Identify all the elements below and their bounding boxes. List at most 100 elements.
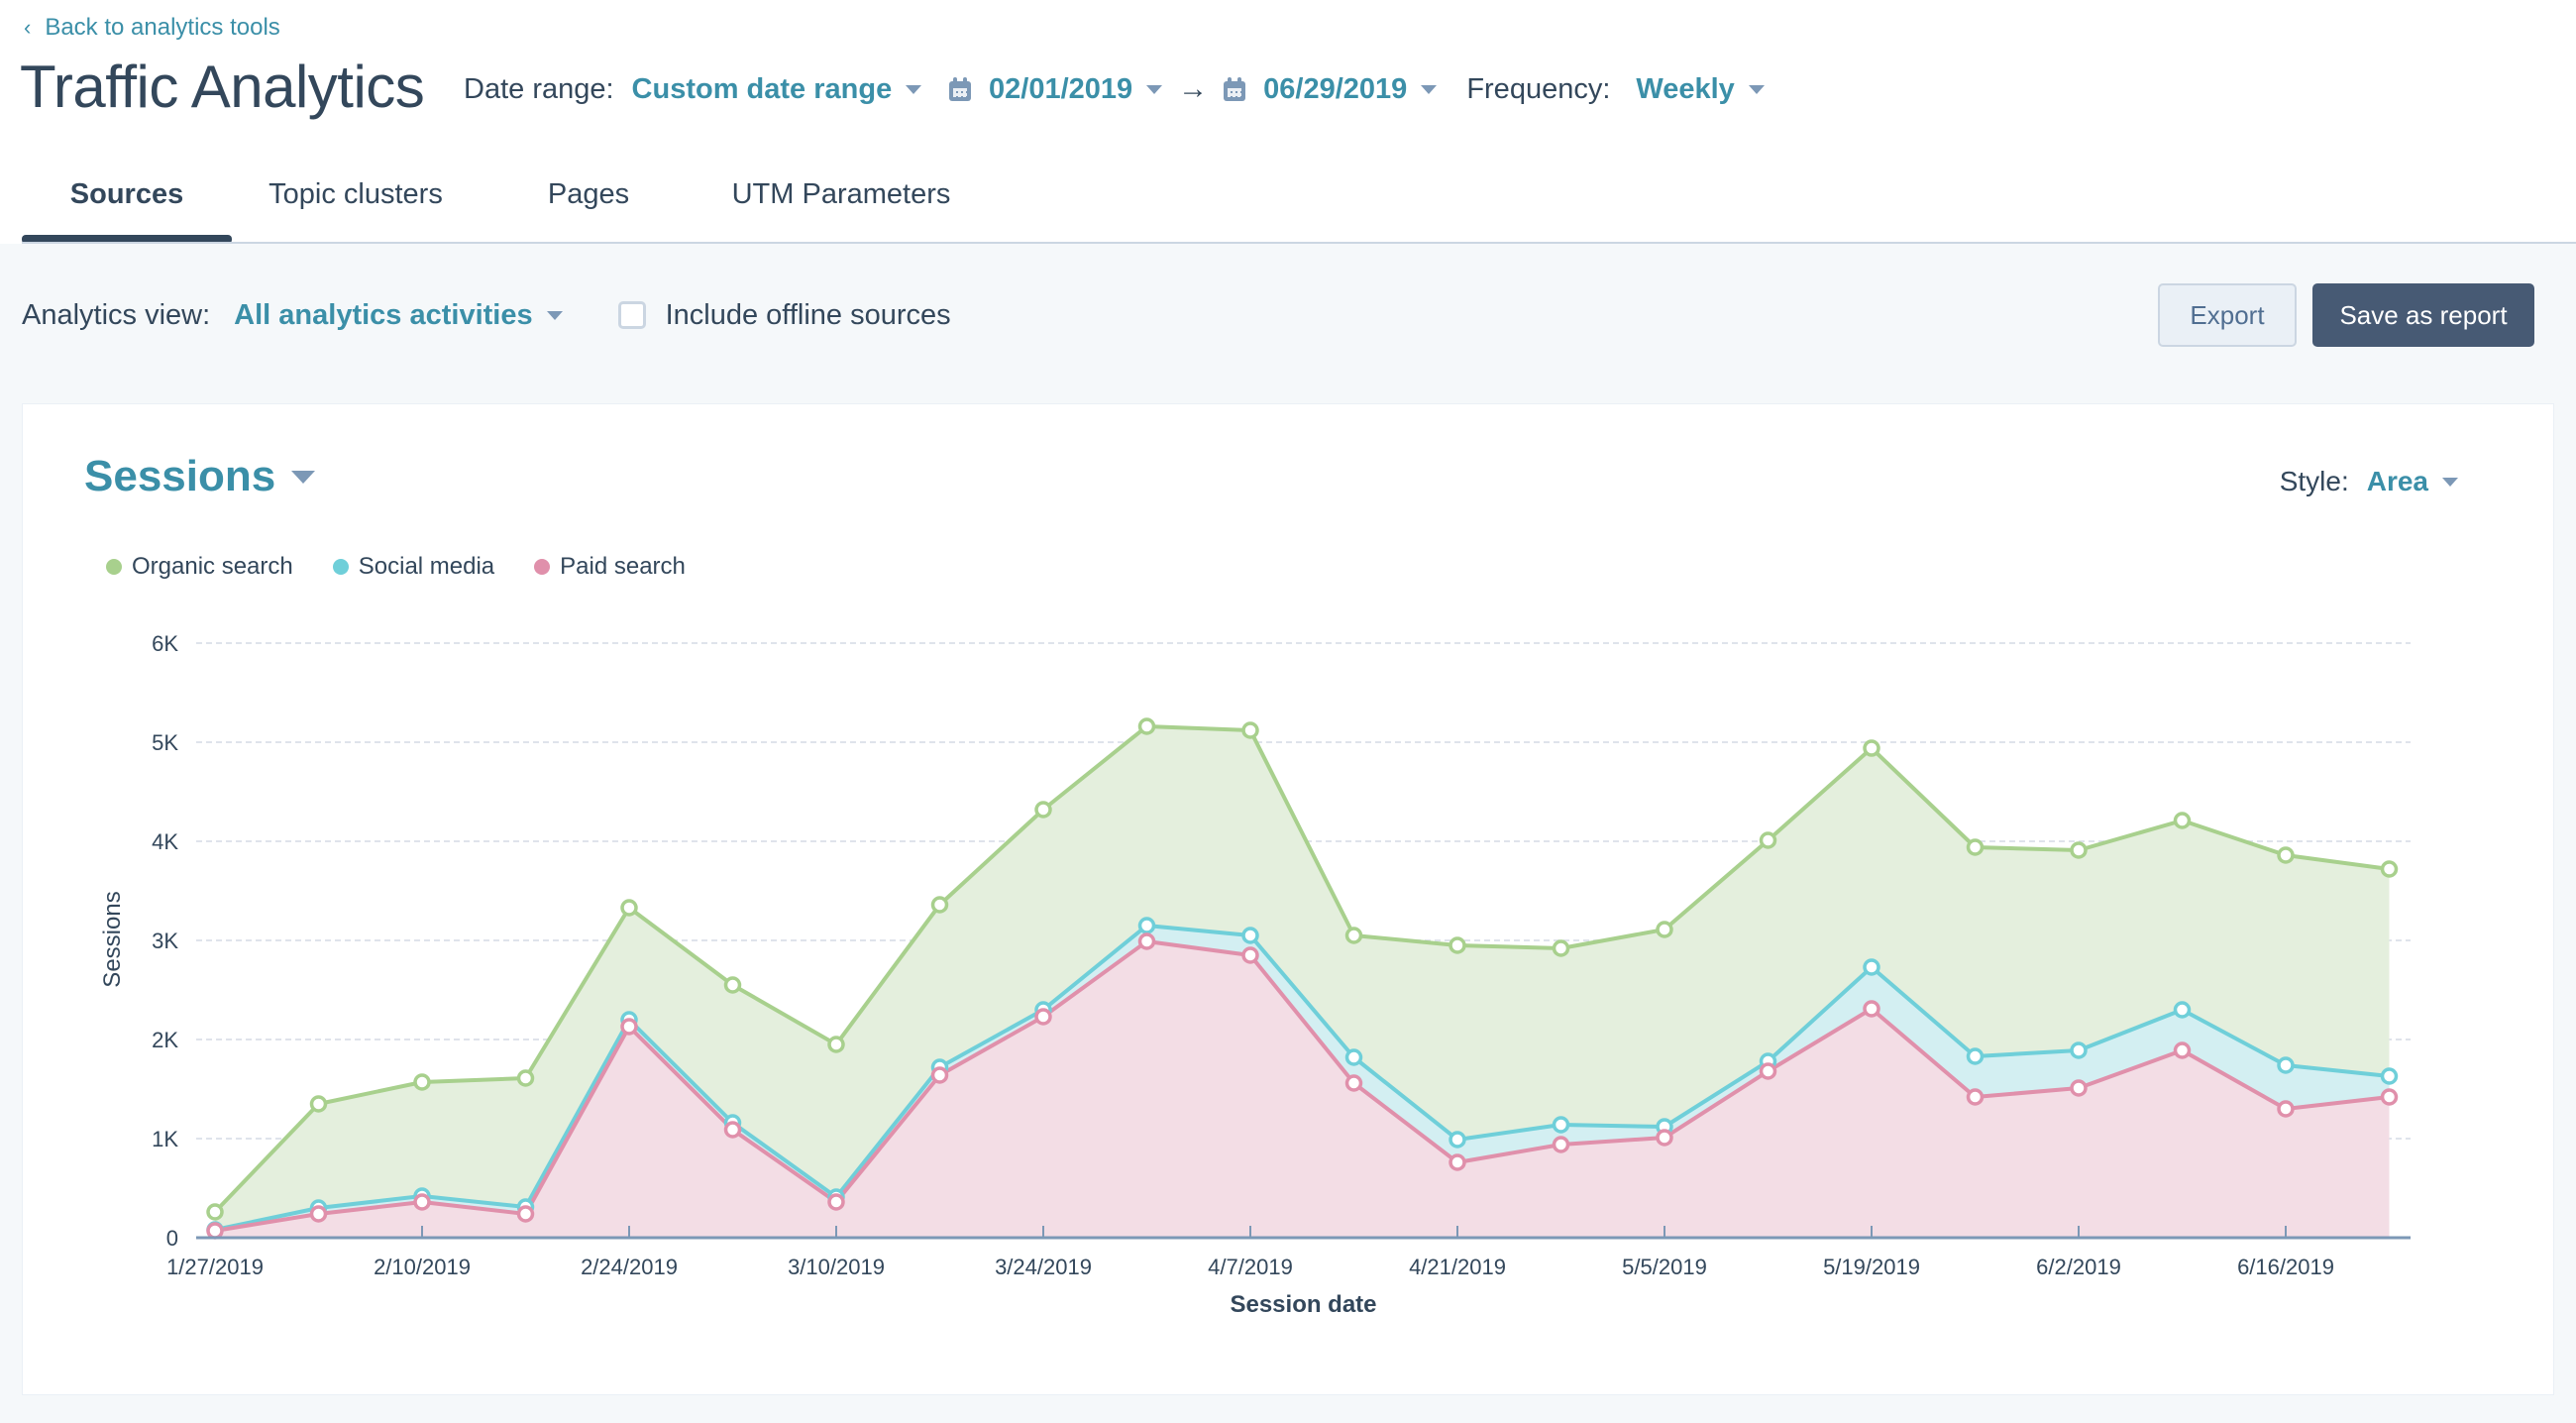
point-paid-search (413, 1193, 431, 1211)
caret-down-icon (1748, 84, 1765, 94)
offline-sources-option[interactable]: Include offline sources (617, 298, 951, 332)
x-tick-label: 6/16/2019 (2237, 1255, 2334, 1279)
y-tick-label: 2K (152, 1028, 178, 1052)
x-axis-title: Session date (1230, 1291, 1376, 1318)
point-organic-search (1966, 838, 1985, 856)
offline-sources-label: Include offline sources (665, 298, 951, 331)
date-range-dropdown[interactable]: Custom date range (632, 73, 922, 106)
point-social-media (1966, 1047, 1985, 1065)
point-organic-search (1344, 927, 1363, 944)
point-social-media (1449, 1131, 1466, 1149)
x-tick-label: 3/24/2019 (995, 1255, 1092, 1279)
point-organic-search (620, 899, 638, 917)
x-tick-label: 5/19/2019 (1823, 1255, 1920, 1279)
point-organic-search (1449, 936, 1466, 954)
x-tick-label: 3/10/2019 (788, 1255, 885, 1279)
y-axis-title: Sessions (99, 891, 126, 987)
back-to-analytics-link[interactable]: ‹ Back to analytics tools (24, 12, 280, 44)
analytics-view-dropdown[interactable]: All analytics activities (234, 298, 563, 332)
y-tick-label: 6K (152, 631, 178, 656)
date-range-filter: Date range: Custom date range (464, 65, 922, 113)
x-tick-label: 2/24/2019 (581, 1255, 678, 1279)
x-tick-label: 4/21/2019 (1409, 1255, 1506, 1279)
point-paid-search (1552, 1136, 1570, 1153)
tab-bar: Sources Topic clusters Pages UTM Paramet… (22, 159, 985, 246)
point-social-media (2277, 1056, 2295, 1074)
caret-down-icon (906, 84, 922, 94)
point-social-media (2173, 1001, 2192, 1019)
save-as-report-button[interactable]: Save as report (2312, 283, 2534, 347)
point-organic-search (1863, 739, 1880, 757)
point-paid-search (1137, 932, 1156, 950)
point-social-media (1344, 1048, 1363, 1066)
analytics-view-label: Analytics view: (22, 298, 211, 331)
caret-down-icon (546, 310, 563, 320)
point-organic-search (827, 1036, 845, 1053)
y-tick-label: 0 (166, 1226, 178, 1251)
point-social-media (1137, 917, 1156, 934)
point-paid-search (827, 1193, 845, 1211)
point-social-media (1863, 958, 1880, 976)
date-picker-group: 02/01/2019 → 06/29/2019 Frequency: Weekl… (949, 65, 1765, 113)
frequency-dropdown[interactable]: Weekly (1636, 72, 1765, 106)
tab-label: Sources (69, 177, 184, 210)
tab-utm-parameters[interactable]: UTM Parameters (698, 159, 985, 230)
x-tick-label: 4/7/2019 (1208, 1255, 1293, 1279)
point-paid-search (516, 1205, 535, 1223)
date-range-value: Custom date range (631, 72, 893, 105)
point-organic-search (723, 976, 742, 994)
tab-label: Topic clusters (268, 177, 443, 210)
start-date-picker[interactable]: 02/01/2019 (949, 73, 1163, 106)
x-tick-label: 2/10/2019 (374, 1255, 471, 1279)
point-paid-search (2173, 1041, 2192, 1059)
tab-label: UTM Parameters (731, 177, 951, 210)
point-organic-search (413, 1073, 431, 1091)
point-paid-search (930, 1066, 949, 1084)
point-social-media (2380, 1067, 2399, 1085)
point-paid-search (1656, 1129, 1673, 1147)
x-tick-label: 6/2/2019 (2036, 1255, 2121, 1279)
date-range-label: Date range: (464, 72, 614, 105)
sessions-area-chart: 0 1K 2K 3K 4K 5K 6K 1/27/2019 2/10/2019 2/24/2019… (99, 631, 2411, 1318)
point-paid-search (1966, 1088, 1985, 1106)
point-organic-search (516, 1069, 535, 1087)
point-organic-search (1034, 801, 1052, 819)
page-title: Traffic Analytics (20, 54, 425, 120)
back-link-label: Back to analytics tools (45, 14, 280, 41)
point-paid-search (620, 1018, 638, 1036)
x-tick-label: 1/27/2019 (166, 1255, 264, 1279)
chevron-left-icon: ‹ (24, 15, 32, 40)
point-organic-search (1241, 721, 1259, 739)
tab-pages[interactable]: Pages (480, 159, 698, 230)
analytics-toolbar: Analytics view: All analytics activities… (22, 287, 951, 343)
point-paid-search (1863, 1000, 1880, 1018)
point-organic-search (2380, 860, 2399, 878)
export-button[interactable]: Export (2158, 283, 2297, 347)
point-paid-search (206, 1222, 224, 1240)
point-paid-search (723, 1121, 742, 1139)
page-header: ‹ Back to analytics tools Traffic Analyt… (0, 0, 2576, 244)
calendar-icon (949, 77, 971, 101)
point-paid-search (1241, 946, 1259, 964)
end-date-picker[interactable]: 06/29/2019 (1224, 73, 1438, 106)
point-organic-search (1759, 831, 1777, 849)
point-organic-search (1656, 921, 1673, 938)
x-tick-label: 5/5/2019 (1622, 1255, 1707, 1279)
y-tick-label: 3K (152, 929, 178, 953)
point-organic-search (206, 1203, 224, 1221)
point-organic-search (2277, 846, 2295, 864)
y-tick-label: 4K (152, 829, 178, 854)
analytics-view-value: All analytics activities (234, 298, 533, 331)
offline-sources-checkbox[interactable] (617, 301, 646, 329)
tab-sources[interactable]: Sources (22, 159, 232, 244)
point-organic-search (930, 896, 949, 914)
point-paid-search (1759, 1062, 1777, 1080)
calendar-icon (1224, 77, 1246, 101)
frequency-label: Frequency: (1466, 72, 1611, 105)
point-paid-search (2380, 1088, 2399, 1106)
point-paid-search (1344, 1074, 1363, 1092)
frequency-value: Weekly (1636, 72, 1735, 105)
tab-topic-clusters[interactable]: Topic clusters (232, 159, 480, 230)
y-tick-label: 1K (152, 1127, 178, 1151)
caret-down-icon (1421, 84, 1438, 94)
